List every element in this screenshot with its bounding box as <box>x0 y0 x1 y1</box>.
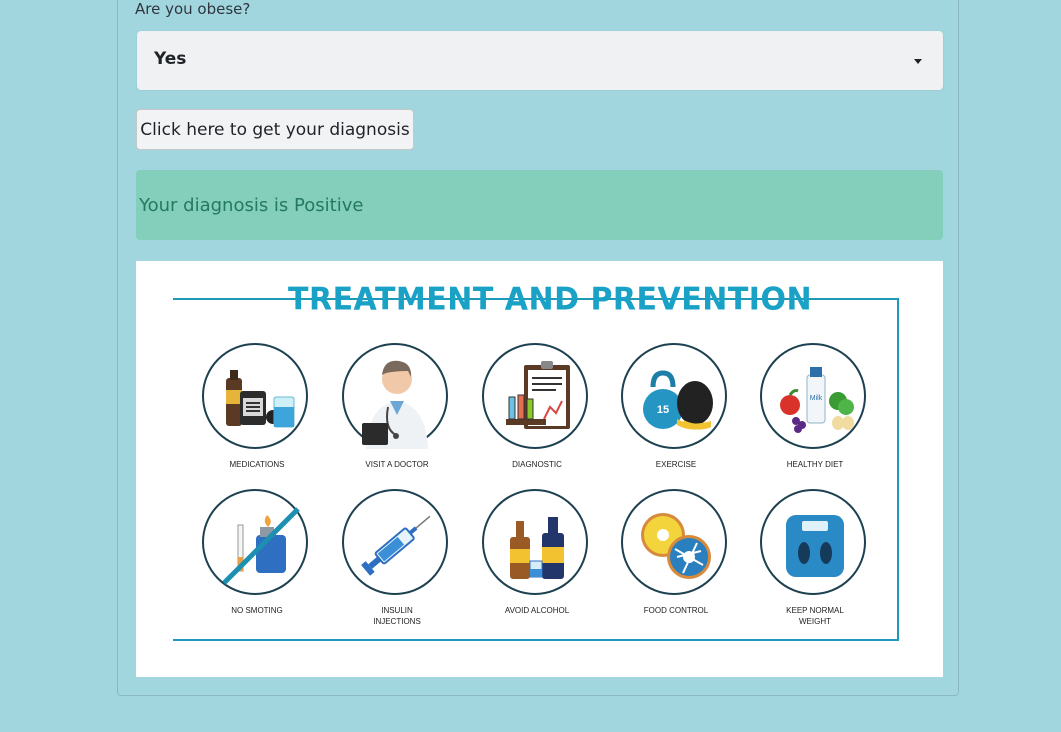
item-label: NO SMOTING <box>231 606 283 615</box>
medications-icon <box>202 343 308 449</box>
exercise-icon: 15 <box>621 343 727 449</box>
item-label: EXERCISE <box>655 460 697 469</box>
diagnostic-icon <box>482 343 588 449</box>
syringe-icon <box>342 489 448 595</box>
obesity-question-label: Are you obese? <box>135 0 251 18</box>
donut-icon <box>621 489 727 595</box>
item-label: VISIT A DOCTOR <box>365 460 429 469</box>
item-label: INSULIN INJECTIONS <box>373 606 421 626</box>
select-value: Yes <box>154 49 187 69</box>
alcohol-icon <box>482 489 588 595</box>
svg-text:15: 15 <box>657 404 669 416</box>
treatment-infographic: TREATMENT AND PREVENTION MEDICATIONS VIS… <box>136 261 943 677</box>
item-label: DIAGNOSTIC <box>512 460 562 469</box>
svg-text:Milk: Milk <box>810 395 823 402</box>
doctor-icon <box>342 343 448 449</box>
scale-icon <box>760 489 866 595</box>
item-label: KEEP NORMAL WEIGHT <box>786 606 844 626</box>
item-label: HEALTHY DIET <box>786 460 844 469</box>
no-smoking-icon <box>202 489 308 595</box>
diagnosis-button[interactable]: Click here to get your diagnosis <box>136 109 414 150</box>
chevron-down-icon <box>914 59 922 64</box>
diagnosis-result-text: Your diagnosis is Positive <box>139 195 364 216</box>
healthy-diet-icon: Milk <box>760 343 866 449</box>
diagnosis-result-alert: Your diagnosis is Positive <box>136 170 943 240</box>
item-label: MEDICATIONS <box>229 460 285 469</box>
item-label: FOOD CONTROL <box>643 606 709 615</box>
obesity-select[interactable]: Yes <box>137 31 943 90</box>
item-label: AVOID ALCOHOL <box>504 606 570 615</box>
infographic-title: TREATMENT AND PREVENTION <box>288 281 813 318</box>
